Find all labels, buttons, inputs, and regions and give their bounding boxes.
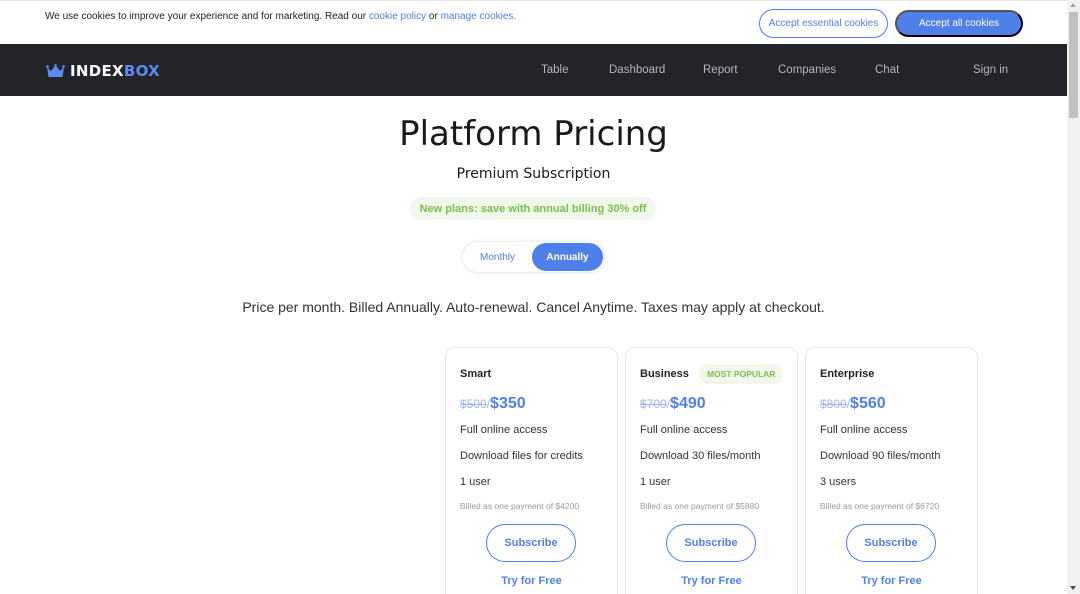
plan-feature: Full online access bbox=[460, 424, 548, 436]
billing-note: Price per month. Billed Annually. Auto-r… bbox=[242, 299, 825, 315]
logo-box-text: BOX bbox=[123, 62, 161, 80]
billing-detail: Billed as one payment of $4200 bbox=[460, 501, 580, 511]
plan-name: Smart bbox=[460, 368, 492, 380]
accept-all-cookies-button[interactable]: Accept all cookies bbox=[895, 10, 1023, 37]
billing-detail: Billed as one payment of $6720 bbox=[820, 501, 940, 511]
plan-card-smart: Smart $500/$350 Full online access Downl… bbox=[445, 347, 618, 594]
subscribe-button[interactable]: Subscribe bbox=[486, 524, 576, 562]
new-price: $490 bbox=[670, 395, 706, 412]
page-title: Platform Pricing bbox=[399, 114, 668, 154]
new-price: $350 bbox=[490, 395, 526, 412]
plan-name: Business bbox=[640, 368, 689, 380]
nav-link-table[interactable]: Table bbox=[541, 64, 569, 76]
manage-cookies-link[interactable]: manage cookies. bbox=[441, 11, 517, 22]
crown-logo-icon bbox=[46, 64, 65, 77]
plan-name: Enterprise bbox=[820, 368, 875, 380]
logo-wordmark: INDEXBOX bbox=[70, 62, 160, 80]
scroll-down-arrow-icon[interactable] bbox=[1070, 586, 1076, 590]
sign-in-link[interactable]: Sign in bbox=[973, 64, 1008, 76]
top-navbar: INDEXBOX Table Dashboard Report Companie… bbox=[0, 44, 1067, 96]
promo-badge: New plans: save with annual billing 30% … bbox=[410, 197, 656, 220]
nav-link-dashboard[interactable]: Dashboard bbox=[609, 64, 665, 76]
old-price: $700 bbox=[640, 397, 667, 411]
try-for-free-link[interactable]: Try for Free bbox=[446, 575, 617, 587]
billing-period-toggle: Monthly Annually bbox=[463, 242, 604, 272]
plan-price: $700/$490 bbox=[640, 395, 706, 412]
cookie-policy-link[interactable]: cookie policy bbox=[369, 11, 426, 22]
page-scrollbar[interactable] bbox=[1067, 0, 1080, 594]
nav-link-report[interactable]: Report bbox=[703, 64, 738, 76]
plan-card-enterprise: Enterprise $800/$560 Full online access … bbox=[805, 347, 978, 594]
cookie-text-or: or bbox=[426, 11, 441, 22]
scroll-up-arrow-icon[interactable] bbox=[1070, 3, 1076, 7]
toggle-monthly[interactable]: Monthly bbox=[463, 242, 532, 272]
page-subtitle: Premium Subscription bbox=[456, 166, 611, 182]
cookie-message: We use cookies to improve your experienc… bbox=[45, 11, 516, 22]
logo-index-text: INDEX bbox=[70, 62, 124, 80]
plan-feature: 1 user bbox=[640, 476, 671, 488]
plan-feature: Full online access bbox=[820, 424, 908, 436]
plan-feature: 3 users bbox=[820, 476, 857, 488]
try-for-free-link[interactable]: Try for Free bbox=[626, 575, 797, 587]
old-price: $500 bbox=[460, 397, 487, 411]
cookie-banner: We use cookies to improve your experienc… bbox=[0, 0, 1067, 44]
toggle-annually[interactable]: Annually bbox=[532, 243, 603, 271]
try-for-free-link[interactable]: Try for Free bbox=[806, 575, 977, 587]
plan-feature: Full online access bbox=[640, 424, 728, 436]
plan-feature: Download files for credits bbox=[460, 450, 583, 462]
plan-card-business: Business MOST POPULAR $700/$490 Full onl… bbox=[625, 347, 798, 594]
nav-link-chat[interactable]: Chat bbox=[875, 64, 899, 76]
subscribe-button[interactable]: Subscribe bbox=[666, 524, 756, 562]
most-popular-badge: MOST POPULAR bbox=[699, 364, 784, 384]
nav-link-companies[interactable]: Companies bbox=[778, 64, 836, 76]
plan-price: $800/$560 bbox=[820, 395, 886, 412]
plan-feature: Download 90 files/month bbox=[820, 450, 941, 462]
cookie-text-start: We use cookies to improve your experienc… bbox=[45, 11, 369, 22]
scroll-thumb[interactable] bbox=[1069, 12, 1078, 118]
indexbox-logo[interactable]: INDEXBOX bbox=[46, 62, 160, 80]
old-price: $800 bbox=[820, 397, 847, 411]
accept-essential-cookies-button[interactable]: Accept essential cookies bbox=[759, 9, 888, 38]
plan-price: $500/$350 bbox=[460, 395, 526, 412]
new-price: $560 bbox=[850, 395, 886, 412]
plan-feature: Download 30 files/month bbox=[640, 450, 761, 462]
plan-feature: 1 user bbox=[460, 476, 491, 488]
billing-detail: Billed as one payment of $5880 bbox=[640, 501, 760, 511]
subscribe-button[interactable]: Subscribe bbox=[846, 524, 936, 562]
